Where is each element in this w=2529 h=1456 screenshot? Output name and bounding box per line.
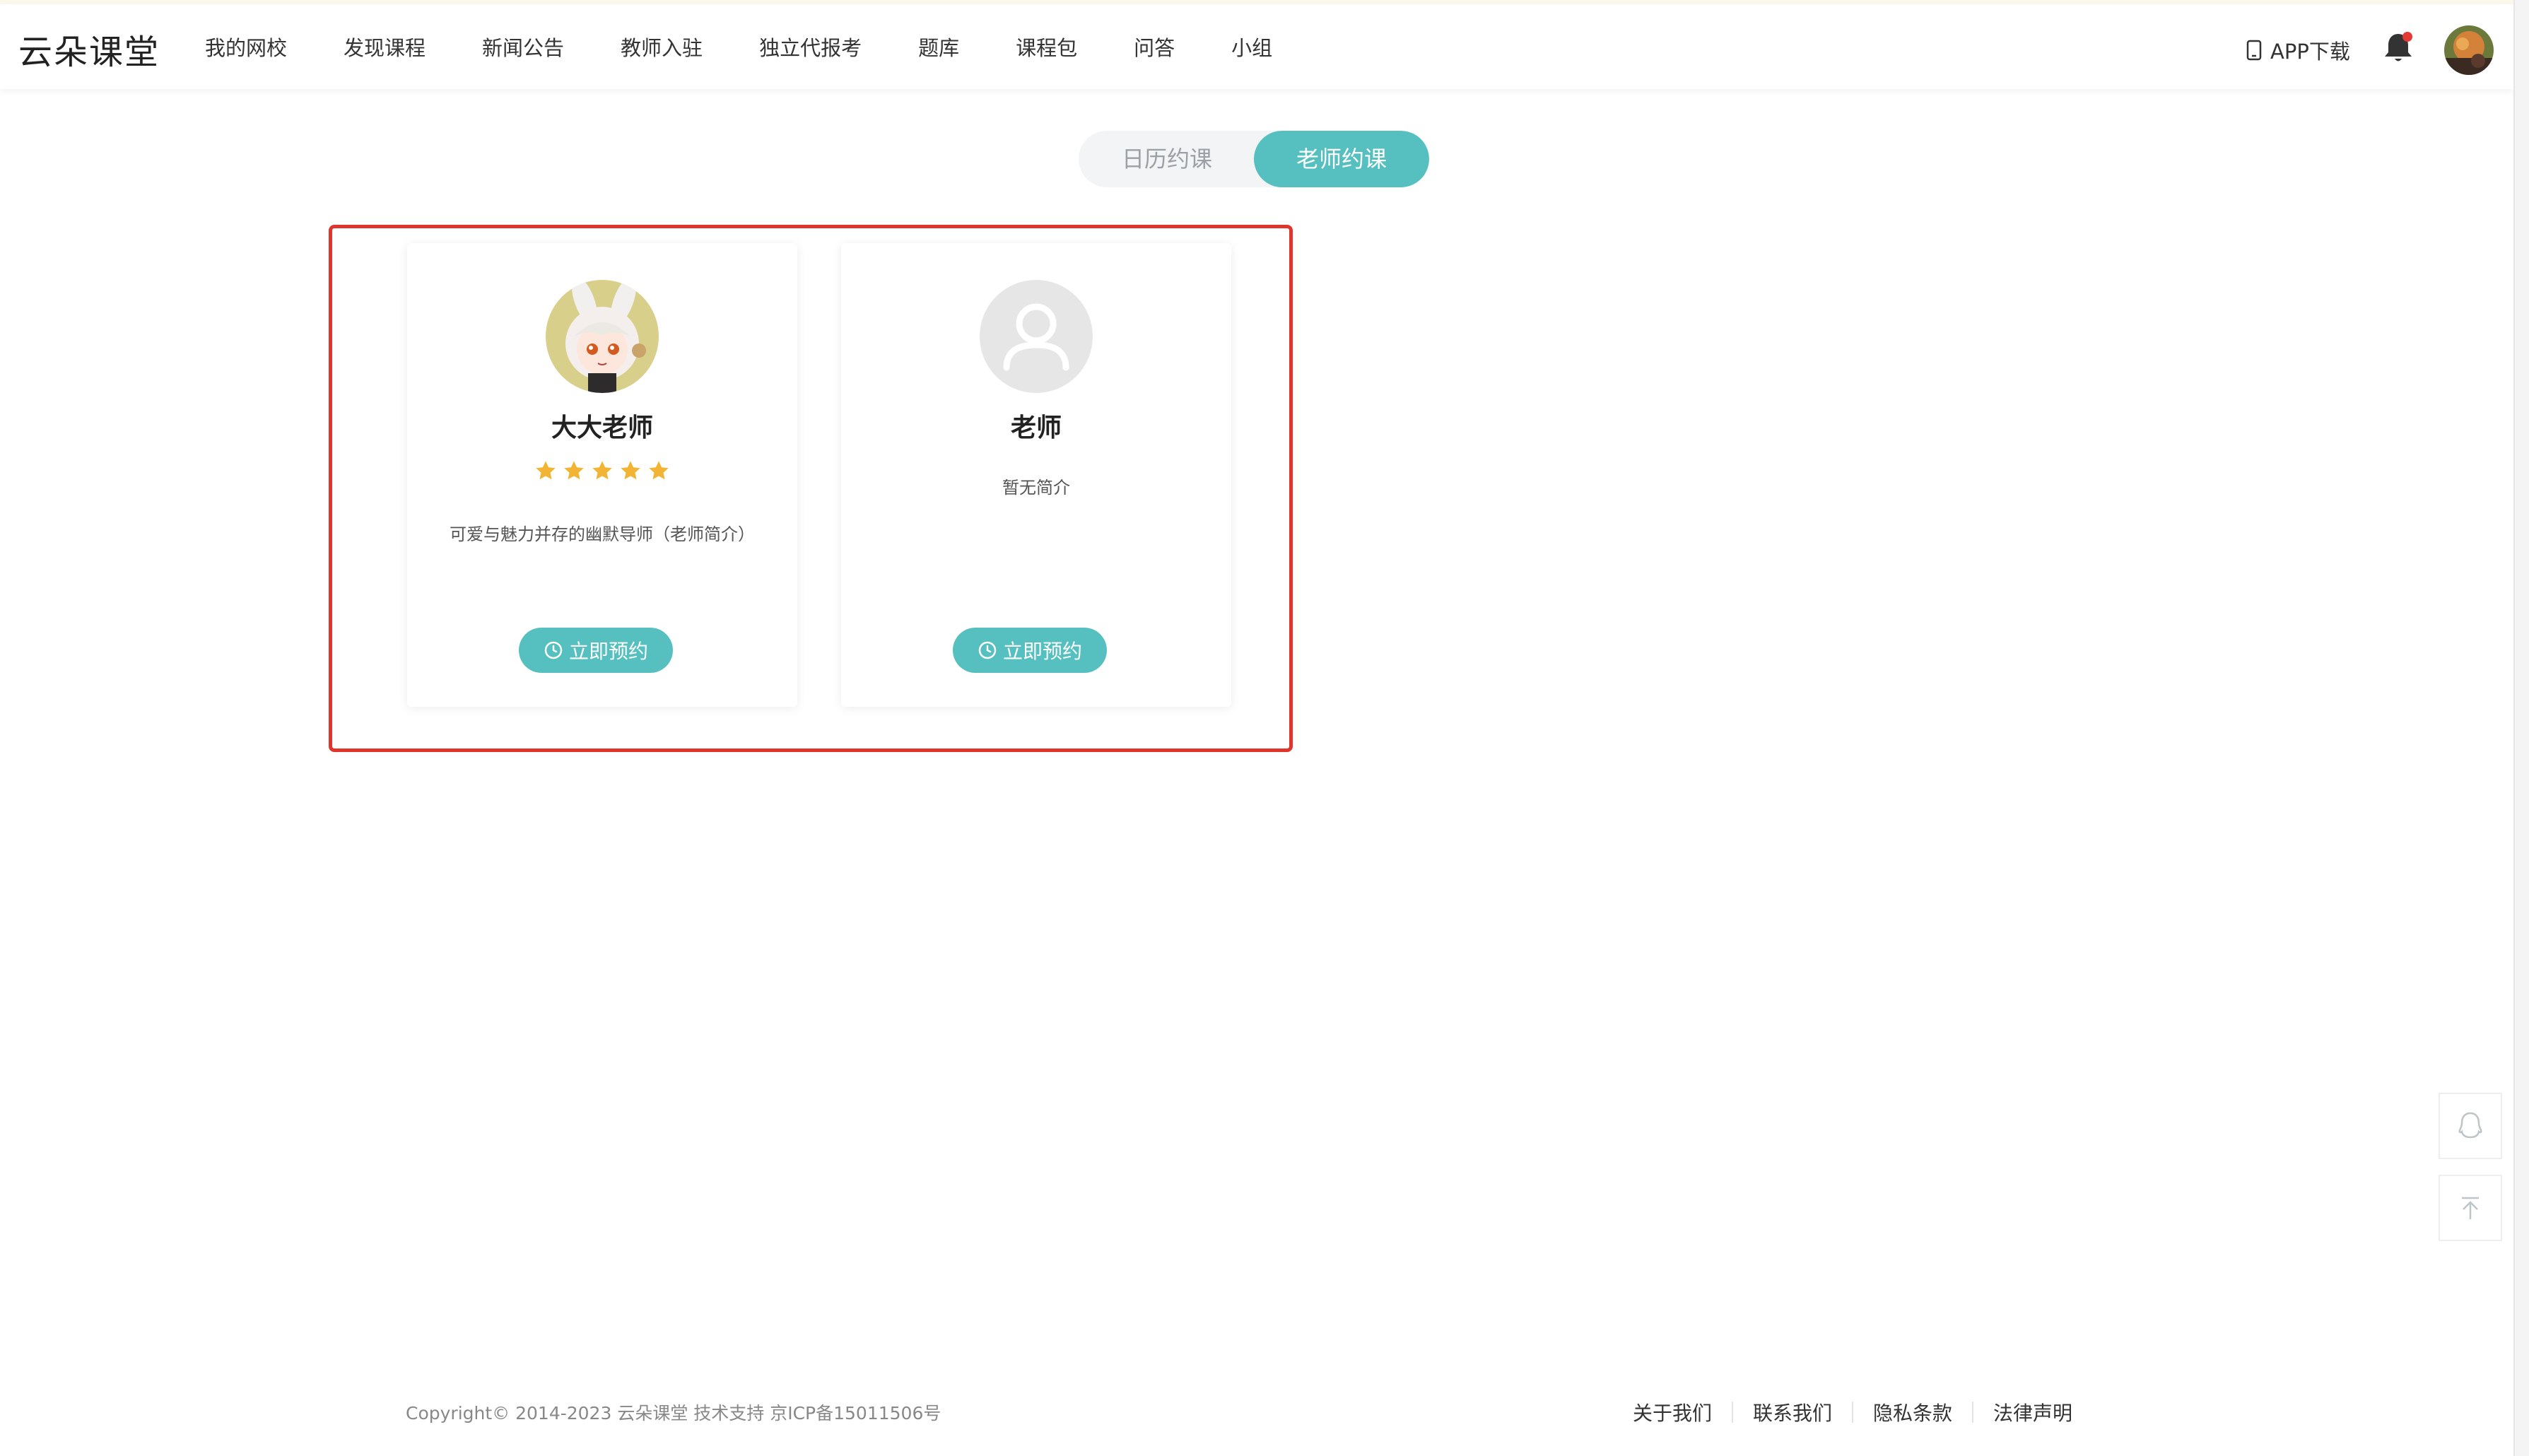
star-icon [621, 461, 640, 480]
nav-course-package[interactable]: 课程包 [1016, 32, 1077, 61]
teacher-name: 老师 [1010, 413, 1062, 442]
footer-link-about[interactable]: 关于我们 [1633, 1398, 1712, 1426]
clock-icon [544, 641, 563, 659]
nav-groups[interactable]: 小组 [1231, 32, 1272, 61]
qq-contact-button[interactable] [2439, 1093, 2502, 1159]
footer-divider [1732, 1402, 1734, 1423]
tab-teacher-booking[interactable]: 老师约课 [1254, 131, 1429, 187]
teacher-name: 大大老师 [551, 413, 653, 442]
page-scrollbar[interactable] [2513, 0, 2529, 1456]
book-now-button[interactable]: 立即预约 [519, 628, 673, 673]
app-download-label: APP下载 [2270, 40, 2350, 64]
footer-divider [1852, 1402, 1854, 1423]
user-avatar[interactable] [2444, 25, 2494, 75]
book-now-label: 立即预约 [568, 640, 648, 663]
nav-teacher-join[interactable]: 教师入驻 [621, 32, 703, 61]
qq-icon [2458, 1112, 2482, 1139]
back-to-top-button[interactable] [2439, 1175, 2502, 1241]
footer-link-legal[interactable]: 法律声明 [1993, 1398, 2072, 1426]
footer-divider [1972, 1402, 1974, 1423]
site-logo[interactable]: 云朵课堂 [18, 24, 160, 74]
nav-my-school[interactable]: 我的网校 [205, 32, 287, 61]
star-icon [592, 461, 612, 480]
copyright-text: Copyright© 2014-2023 云朵课堂 技术支持 京ICP备1501… [406, 1403, 941, 1423]
teacher-card: 大大老师 可爱与魅力并存的幽默导师（老师简介） 立即预约 [407, 243, 797, 707]
nav-exam-registration[interactable]: 独立代报考 [759, 32, 862, 61]
footer-link-privacy[interactable]: 隐私条款 [1873, 1398, 1952, 1426]
bell-icon[interactable] [2382, 30, 2414, 65]
tab-calendar-booking[interactable]: 日历约课 [1079, 131, 1255, 187]
book-now-label: 立即预约 [1002, 640, 1082, 663]
nav-news[interactable]: 新闻公告 [482, 32, 564, 61]
footer-link-contact[interactable]: 联系我们 [1753, 1398, 1832, 1426]
arrow-up-icon [2462, 1197, 2479, 1219]
top-header: 云朵课堂 我的网校 发现课程 新闻公告 教师入驻 独立代报考 题库 课程包 问答… [0, 4, 2513, 89]
nav-qa[interactable]: 问答 [1134, 32, 1175, 61]
nav-question-bank[interactable]: 题库 [918, 32, 959, 61]
teacher-card: 老师 暂无简介 立即预约 [841, 243, 1231, 707]
footer-links: 关于我们 联系我们 隐私条款 法律声明 [1633, 1398, 2072, 1426]
star-icon [536, 461, 556, 480]
nav-discover-courses[interactable]: 发现课程 [344, 32, 426, 61]
app-download-link[interactable]: APP下载 [2246, 35, 2350, 65]
clock-icon [978, 641, 997, 659]
teacher-rating [407, 459, 797, 482]
star-icon [564, 461, 584, 480]
teacher-avatar [546, 280, 659, 393]
star-icon [649, 461, 669, 480]
teacher-intro: 暂无简介 [1002, 478, 1070, 498]
booking-mode-switch: 日历约课 老师约课 [1079, 131, 1429, 187]
teacher-intro: 可爱与魅力并存的幽默导师（老师简介） [450, 524, 755, 544]
main-nav: 我的网校 发现课程 新闻公告 教师入驻 独立代报考 题库 课程包 问答 小组 [205, 4, 1329, 89]
phone-icon [2246, 40, 2262, 61]
book-now-button[interactable]: 立即预约 [953, 628, 1107, 673]
default-avatar-icon [980, 280, 1093, 393]
